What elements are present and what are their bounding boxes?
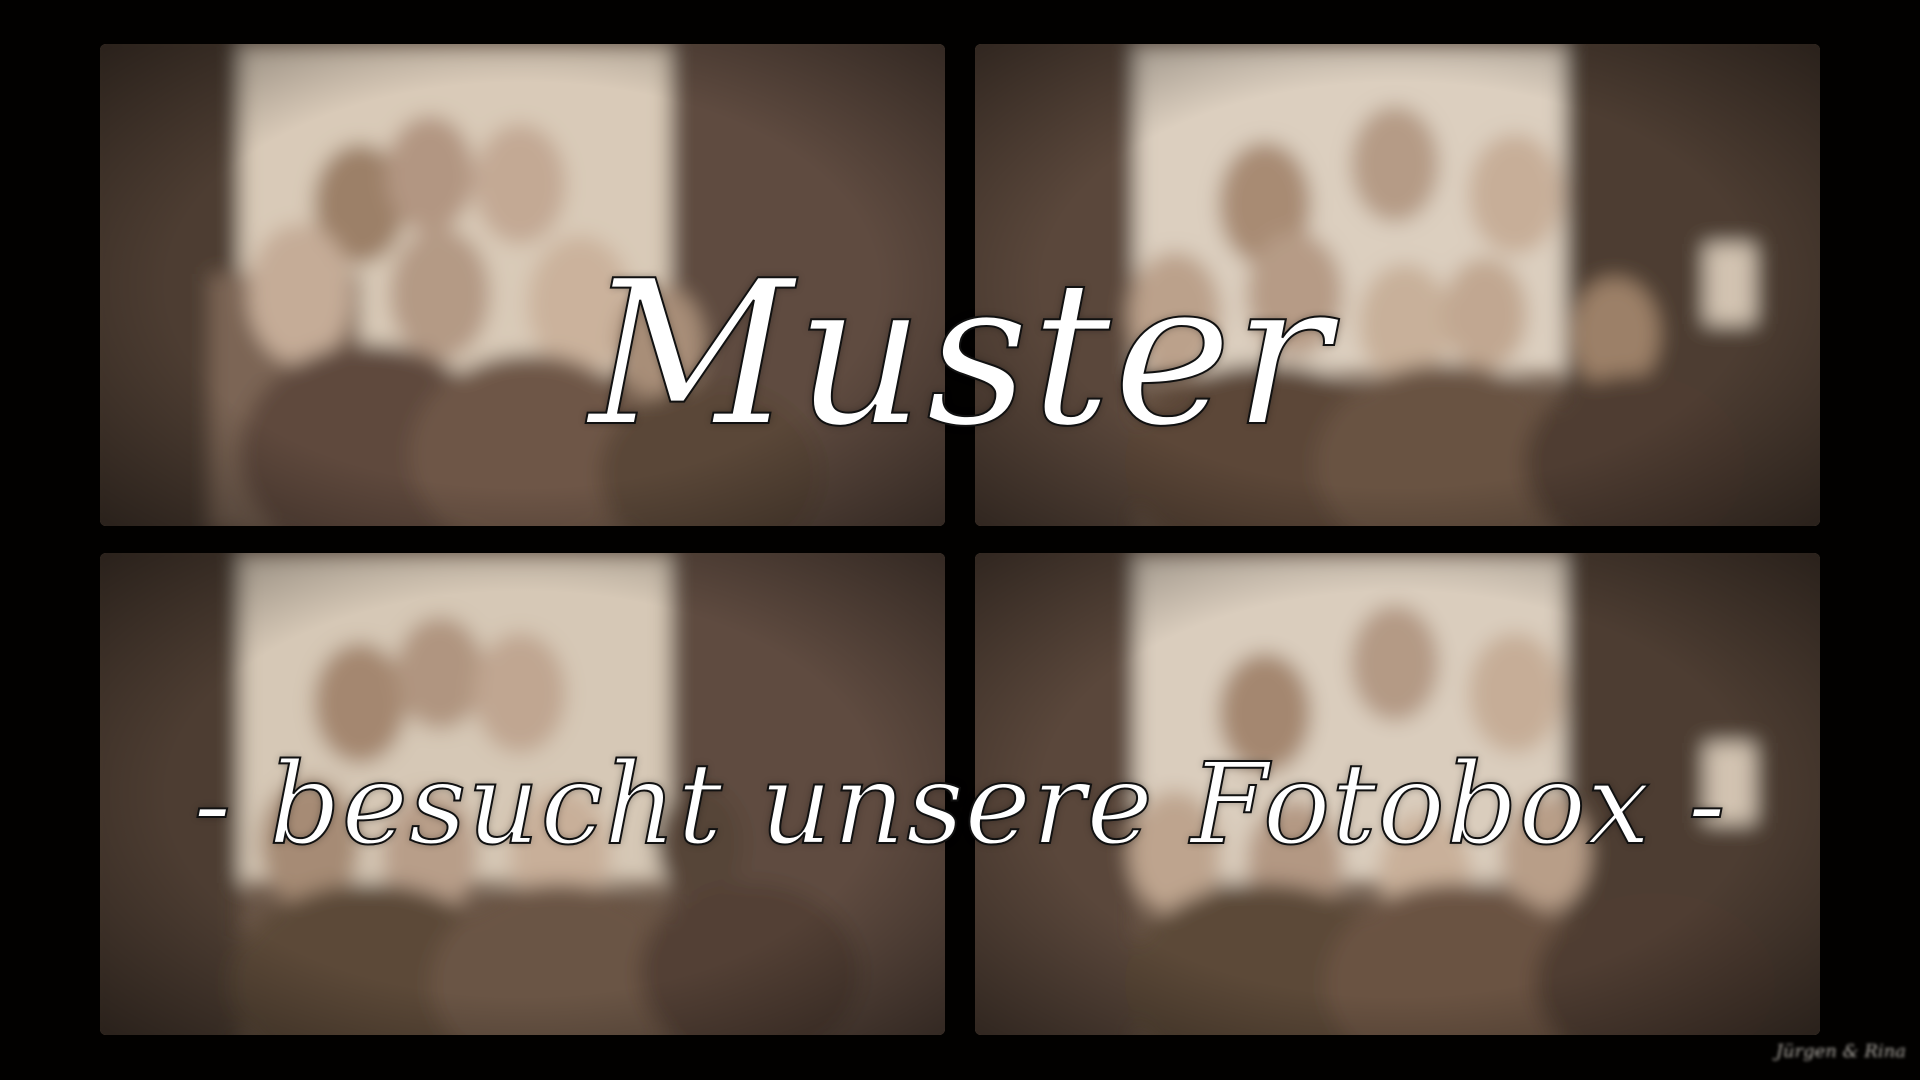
main-title: Muster xyxy=(588,238,1332,471)
subtitle: - besucht unsere Fotobox - xyxy=(192,739,1727,871)
watermark-signature: Jürgen & Rina xyxy=(1775,1041,1906,1062)
photo-collage: Muster - besucht unsere Fotobox - Jürgen… xyxy=(0,0,1920,1080)
